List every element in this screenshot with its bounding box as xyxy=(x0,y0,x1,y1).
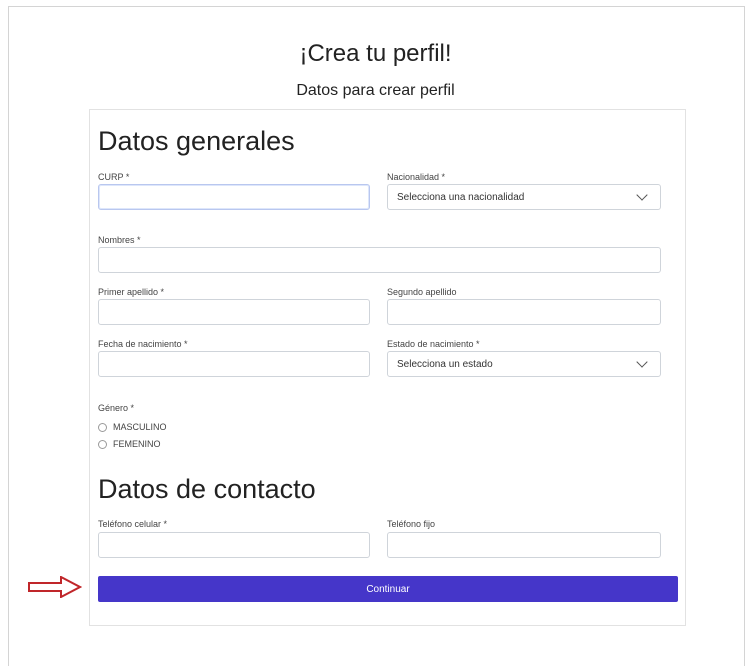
section-heading-general: Datos generales xyxy=(98,126,295,156)
nacionalidad-select[interactable]: Selecciona una nacionalidad xyxy=(387,184,661,210)
nombres-label: Nombres * xyxy=(98,235,141,245)
segundo-apellido-input[interactable] xyxy=(387,299,661,325)
genero-option-masculino[interactable]: MASCULINO xyxy=(98,422,167,432)
genero-label: Género * xyxy=(98,403,135,413)
curp-input[interactable] xyxy=(98,184,370,210)
primer-apellido-input[interactable] xyxy=(98,299,370,325)
telefono-celular-input[interactable] xyxy=(98,532,370,558)
estado-select-value: Selecciona un estado xyxy=(397,358,493,370)
estado-nacimiento-label: Estado de nacimiento * xyxy=(387,339,480,349)
chevron-down-icon xyxy=(636,356,648,368)
primer-apellido-label: Primer apellido * xyxy=(98,287,165,297)
genero-option-label: MASCULINO xyxy=(113,422,167,432)
section-heading-contact: Datos de contacto xyxy=(98,474,316,504)
page-title: ¡Crea tu perfil! xyxy=(299,40,452,67)
telefono-fijo-input[interactable] xyxy=(387,532,661,558)
chevron-down-icon xyxy=(636,189,648,201)
fecha-nacimiento-label: Fecha de nacimiento * xyxy=(98,339,188,349)
telefono-fijo-label: Teléfono fijo xyxy=(387,519,436,529)
telefono-celular-label: Teléfono celular * xyxy=(98,519,168,529)
fecha-nacimiento-input[interactable] xyxy=(98,351,370,377)
radio-button[interactable] xyxy=(98,439,107,449)
nacionalidad-label: Nacionalidad * xyxy=(387,172,446,182)
continue-button[interactable]: Continuar xyxy=(98,576,678,602)
estado-nacimiento-select[interactable]: Selecciona un estado xyxy=(387,351,661,377)
genero-option-label: FEMENINO xyxy=(113,439,161,449)
radio-button[interactable] xyxy=(98,422,107,432)
page-subtitle: Datos para crear perfil xyxy=(296,82,455,99)
curp-label: CURP * xyxy=(98,172,130,182)
nacionalidad-select-value: Selecciona una nacionalidad xyxy=(397,191,525,203)
nombres-input[interactable] xyxy=(98,247,661,273)
segundo-apellido-label: Segundo apellido xyxy=(387,287,457,297)
genero-option-femenino[interactable]: FEMENINO xyxy=(98,439,161,449)
annotation-arrow-icon xyxy=(28,576,82,598)
